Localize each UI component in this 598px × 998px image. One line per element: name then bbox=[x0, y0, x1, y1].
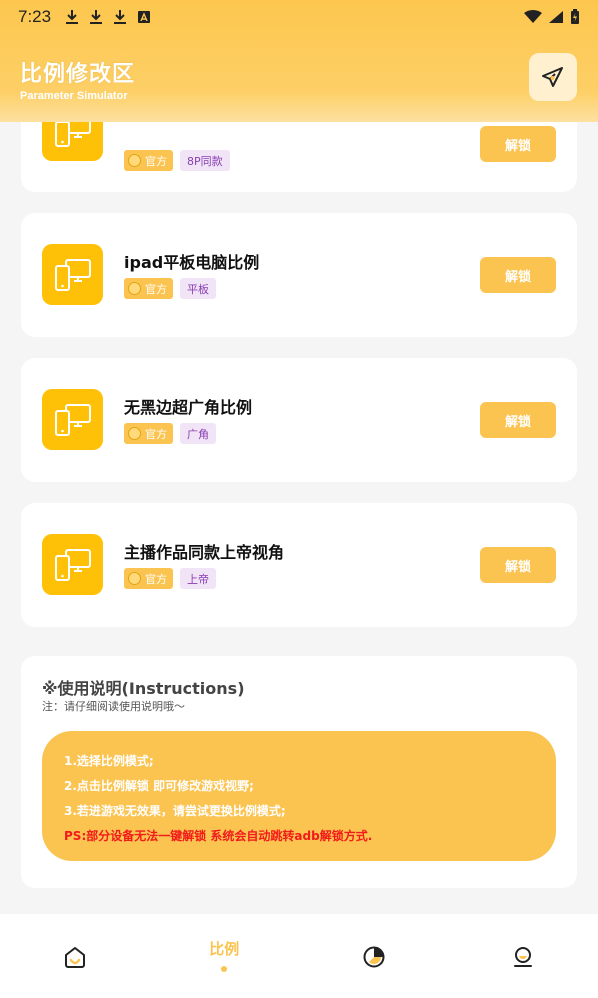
instruction-line: 1.选择比例模式; bbox=[64, 754, 154, 768]
download-icon bbox=[113, 9, 127, 25]
card-icon-bg bbox=[42, 122, 103, 161]
pie-chart-icon bbox=[363, 946, 385, 968]
devices-icon bbox=[54, 548, 91, 581]
signal-icon bbox=[549, 11, 563, 23]
card-icon-bg bbox=[42, 534, 103, 595]
instructions-note: 注：请仔细阅读使用说明哦～ bbox=[42, 700, 185, 713]
unlock-button[interactable]: 解锁 bbox=[480, 257, 556, 293]
tag-official: 官方 bbox=[124, 568, 173, 589]
bottom-nav: 比例 bbox=[0, 914, 598, 998]
instructions-title: ※使用说明(Instructions) bbox=[42, 679, 245, 698]
coin-icon bbox=[128, 282, 141, 295]
tag-extra: 8P同款 bbox=[180, 150, 230, 171]
card-title: 无黑边超广角比例 bbox=[124, 398, 253, 417]
page-title: 比例修改区 bbox=[20, 62, 136, 87]
home-icon bbox=[64, 947, 85, 968]
nav-item-profile[interactable] bbox=[449, 914, 598, 998]
battery-icon bbox=[571, 9, 579, 24]
tag-official: 官方 bbox=[124, 423, 173, 444]
wifi-icon bbox=[524, 10, 542, 23]
instruction-line: 3.若进游戏无效果，请尝试更换比例模式; bbox=[64, 804, 286, 818]
download-icon bbox=[65, 9, 79, 25]
card-icon-bg bbox=[42, 244, 103, 305]
coin-icon bbox=[128, 154, 141, 167]
header: 7:23 比例修改区 Parameter Simulator bbox=[0, 0, 598, 122]
instruction-ps: PS:部分设备无法一键解锁 系统会自动跳转adb解锁方式. bbox=[64, 829, 373, 843]
send-button[interactable] bbox=[529, 53, 577, 101]
paper-plane-icon bbox=[542, 67, 563, 87]
nav-item-stats[interactable] bbox=[299, 914, 449, 998]
tag-extra: 上帝 bbox=[180, 568, 216, 589]
nav-label-ratio: 比例 bbox=[209, 940, 240, 958]
card-title: ipad平板电脑比例 bbox=[124, 253, 260, 272]
active-indicator bbox=[221, 966, 228, 972]
devices-icon bbox=[54, 403, 91, 436]
coin-icon bbox=[128, 572, 141, 585]
ratio-list[interactable]: 官方 8P同款 解锁 ipad平板电脑比例 官方 平板 解锁 无黑边超广角比例 … bbox=[0, 122, 598, 914]
card-title: 主播作品同款上帝视角 bbox=[124, 543, 285, 562]
unlock-button[interactable]: 解锁 bbox=[480, 126, 556, 162]
unlock-button[interactable]: 解锁 bbox=[480, 547, 556, 583]
ratio-card: 官方 8P同款 解锁 bbox=[21, 122, 577, 192]
nav-item-ratio[interactable]: 比例 bbox=[150, 914, 300, 998]
nav-item-home[interactable] bbox=[0, 914, 150, 998]
profile-icon bbox=[514, 947, 533, 967]
devices-icon bbox=[54, 258, 91, 291]
tag-extra: 广角 bbox=[180, 423, 216, 444]
tag-extra: 平板 bbox=[180, 278, 216, 299]
page-subtitle: Parameter Simulator bbox=[20, 90, 128, 102]
instructions-box: 1.选择比例模式; 2.点击比例解锁 即可修改游戏视野; 3.若进游戏无效果，请… bbox=[42, 731, 556, 861]
coin-icon bbox=[128, 427, 141, 440]
tag-official: 官方 bbox=[124, 150, 173, 171]
devices-icon bbox=[54, 122, 91, 147]
unlock-button[interactable]: 解锁 bbox=[480, 402, 556, 438]
app-notification-icon bbox=[137, 9, 151, 25]
instruction-line: 2.点击比例解锁 即可修改游戏视野; bbox=[64, 779, 254, 793]
ratio-card: 主播作品同款上帝视角 官方 上帝 解锁 bbox=[21, 503, 577, 627]
tag-official: 官方 bbox=[124, 278, 173, 299]
download-icon bbox=[89, 9, 103, 25]
status-time: 7:23 bbox=[18, 7, 52, 26]
instructions-card: ※使用说明(Instructions) 注：请仔细阅读使用说明哦～ 1.选择比例… bbox=[21, 656, 577, 888]
ratio-card: 无黑边超广角比例 官方 广角 解锁 bbox=[21, 358, 577, 482]
status-bar: 7:23 bbox=[0, 0, 598, 34]
card-icon-bg bbox=[42, 389, 103, 450]
ratio-card: ipad平板电脑比例 官方 平板 解锁 bbox=[21, 213, 577, 337]
